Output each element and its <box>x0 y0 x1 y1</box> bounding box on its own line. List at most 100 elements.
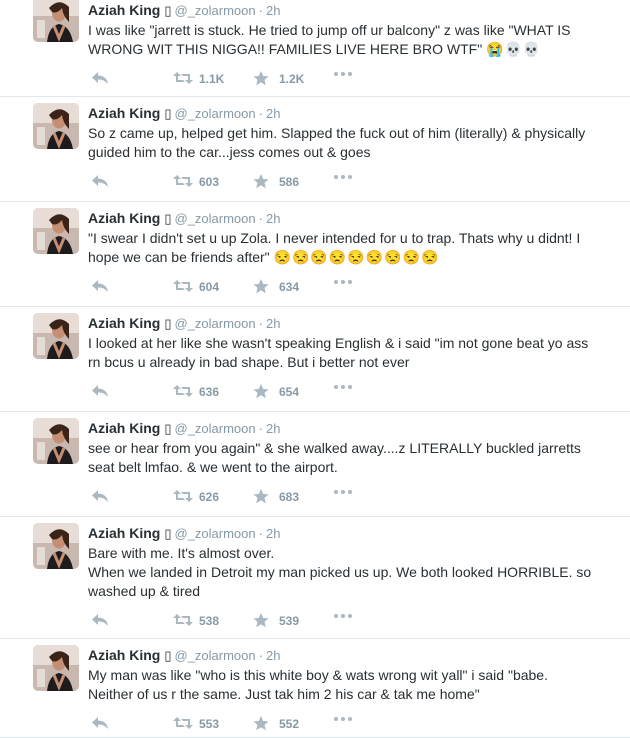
favorite-button[interactable]: 654 <box>253 384 299 400</box>
more-dots-icon <box>333 716 353 732</box>
author-username[interactable]: @_zolarmoon <box>175 209 256 229</box>
tweet-timestamp[interactable]: 2h <box>266 419 280 439</box>
tweet[interactable]: Aziah King ▯ @_zolarmoon · 2h "I swear I… <box>0 202 630 307</box>
author-username[interactable]: @_zolarmoon <box>175 646 256 666</box>
avatar[interactable] <box>33 418 79 464</box>
favorite-button[interactable]: 539 <box>253 613 299 629</box>
avatar[interactable] <box>33 103 79 149</box>
retweet-button[interactable]: 538 <box>173 613 219 629</box>
tweet-timestamp[interactable]: 2h <box>266 524 280 544</box>
reply-button[interactable] <box>91 174 111 190</box>
author-username[interactable]: @_zolarmoon <box>175 314 256 334</box>
reply-icon <box>91 613 111 629</box>
reply-button[interactable] <box>91 613 111 629</box>
avatar[interactable] <box>33 523 79 569</box>
tweet[interactable]: Aziah King ▯ @_zolarmoon · 2h I looked a… <box>0 307 630 412</box>
avatar[interactable] <box>33 313 79 359</box>
avatar[interactable] <box>33 645 79 691</box>
more-dots-icon <box>333 279 353 295</box>
separator-dot: · <box>258 526 263 541</box>
reply-button[interactable] <box>91 716 111 732</box>
tweet[interactable]: Aziah King ▯ @_zolarmoon · 2h My man was… <box>0 639 630 738</box>
star-icon <box>253 613 273 629</box>
retweet-button[interactable]: 553 <box>173 716 219 732</box>
star-icon <box>253 716 273 732</box>
avatar-image <box>33 418 79 464</box>
more-dots-icon <box>333 489 353 505</box>
tweet-actions: 636 654 <box>88 372 618 414</box>
name-glyph: ▯ <box>164 648 172 663</box>
tweet[interactable]: Aziah King ▯ @_zolarmoon · 2h see or hea… <box>0 412 630 517</box>
more-button[interactable] <box>333 716 353 732</box>
retweet-count: 626 <box>199 490 220 504</box>
author-fullname[interactable]: Aziah King <box>88 645 160 665</box>
name-glyph: ▯ <box>164 316 172 331</box>
reply-icon <box>91 174 111 190</box>
author-username[interactable]: @_zolarmoon <box>175 104 256 124</box>
retweet-icon <box>173 716 193 732</box>
reply-button[interactable] <box>91 279 111 295</box>
reply-icon <box>91 279 111 295</box>
more-button[interactable] <box>333 71 353 87</box>
tweet-timestamp[interactable]: 2h <box>266 209 280 229</box>
retweet-button[interactable]: 636 <box>173 384 219 400</box>
more-button[interactable] <box>333 384 353 400</box>
author-username[interactable]: @_zolarmoon <box>175 1 256 21</box>
favorite-button[interactable]: 586 <box>253 174 299 190</box>
more-button[interactable] <box>333 489 353 505</box>
retweet-button[interactable]: 603 <box>173 174 219 190</box>
avatar[interactable] <box>33 0 79 42</box>
tweet[interactable]: Aziah King ▯ @_zolarmoon · 2h So z came … <box>0 97 630 202</box>
tweet-text: My man was like "who is this white boy &… <box>88 666 618 704</box>
tweet-timestamp[interactable]: 2h <box>266 1 280 21</box>
tweet-timeline: Aziah King ▯ @_zolarmoon · 2h I was like… <box>0 0 630 738</box>
author-fullname[interactable]: Aziah King <box>88 208 160 228</box>
more-button[interactable] <box>333 174 353 190</box>
tweet-text: "I swear I didn't set u up Zola. I never… <box>88 229 618 267</box>
name-glyph: ▯ <box>164 526 172 541</box>
more-button[interactable] <box>333 613 353 629</box>
favorite-button[interactable]: 552 <box>253 716 299 732</box>
author-fullname[interactable]: Aziah King <box>88 418 160 438</box>
star-icon <box>253 174 273 190</box>
author-username[interactable]: @_zolarmoon <box>175 524 256 544</box>
name-glyph: ▯ <box>164 3 172 18</box>
author-fullname[interactable]: Aziah King <box>88 103 160 123</box>
more-dots-icon <box>333 174 353 190</box>
tweet-header: Aziah King ▯ @_zolarmoon · 2h <box>88 523 618 544</box>
reply-icon <box>91 71 111 87</box>
star-icon <box>253 384 273 400</box>
tweet[interactable]: Aziah King ▯ @_zolarmoon · 2h Bare with … <box>0 517 630 639</box>
tweet-timestamp[interactable]: 2h <box>266 314 280 334</box>
retweet-icon <box>173 279 193 295</box>
more-button[interactable] <box>333 279 353 295</box>
separator-dot: · <box>258 421 263 436</box>
author-fullname[interactable]: Aziah King <box>88 0 160 20</box>
retweet-button[interactable]: 626 <box>173 489 219 505</box>
tweet-actions: 1.1K 1.2K <box>88 59 618 101</box>
tweet-timestamp[interactable]: 2h <box>266 646 280 666</box>
favorite-button[interactable]: 1.2K <box>253 71 304 87</box>
retweet-button[interactable]: 604 <box>173 279 219 295</box>
avatar[interactable] <box>33 208 79 254</box>
favorite-count: 539 <box>279 614 300 628</box>
tweet-header: Aziah King ▯ @_zolarmoon · 2h <box>88 0 618 21</box>
reply-button[interactable] <box>91 489 111 505</box>
avatar-image <box>33 645 79 691</box>
retweet-icon <box>173 174 193 190</box>
reply-button[interactable] <box>91 384 111 400</box>
tweet-header: Aziah King ▯ @_zolarmoon · 2h <box>88 645 618 666</box>
reply-button[interactable] <box>91 71 111 87</box>
tweet-text: Bare with me. It's almost over. When we … <box>88 544 618 601</box>
tweet-timestamp[interactable]: 2h <box>266 104 280 124</box>
tweet-header: Aziah King ▯ @_zolarmoon · 2h <box>88 103 618 124</box>
favorite-button[interactable]: 634 <box>253 279 299 295</box>
favorite-button[interactable]: 683 <box>253 489 299 505</box>
retweet-icon <box>173 489 193 505</box>
author-username[interactable]: @_zolarmoon <box>175 419 256 439</box>
author-fullname[interactable]: Aziah King <box>88 523 160 543</box>
tweet[interactable]: Aziah King ▯ @_zolarmoon · 2h I was like… <box>0 0 630 97</box>
retweet-button[interactable]: 1.1K <box>173 71 224 87</box>
author-fullname[interactable]: Aziah King <box>88 313 160 333</box>
tweet-actions: 538 539 <box>88 601 618 643</box>
